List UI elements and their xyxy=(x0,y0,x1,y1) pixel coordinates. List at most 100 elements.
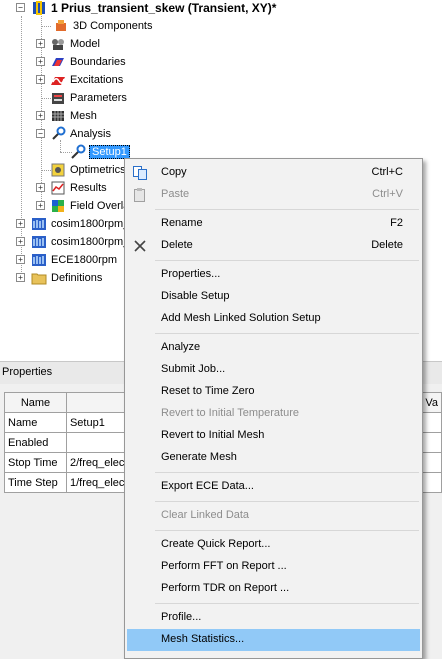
menu-item-export-ece[interactable]: Export ECE Data... xyxy=(127,476,420,498)
tree-node-excitations[interactable]: Excitations xyxy=(50,71,124,89)
copy-icon xyxy=(133,166,147,180)
shortcut-label: Ctrl+C xyxy=(371,166,403,178)
menu-item-delete[interactable]: Delete Delete xyxy=(127,235,420,257)
design-icon xyxy=(32,218,46,230)
menu-item-label: Rename xyxy=(161,217,203,229)
menu-item-label: Profile... xyxy=(161,611,202,623)
expander-cosim1[interactable]: + xyxy=(16,219,25,228)
component-icon xyxy=(56,20,66,31)
tree-label: Boundaries xyxy=(70,56,126,68)
setup1-label-selected: Setup1 xyxy=(89,145,130,159)
expander-model[interactable]: + xyxy=(36,39,45,48)
properties-title: Properties xyxy=(2,366,53,378)
shortcut-label: Ctrl+V xyxy=(372,188,403,200)
menu-item-revert-mesh[interactable]: Revert to Initial Mesh xyxy=(127,425,420,447)
setup-icon xyxy=(71,144,86,159)
menu-item-label: Generate Mesh xyxy=(161,451,237,463)
paste-icon xyxy=(134,188,145,202)
menu-separator xyxy=(155,209,419,210)
menu-item-label: Perform FFT on Report ... xyxy=(161,560,287,572)
menu-item-disable-setup[interactable]: Disable Setup xyxy=(127,286,420,308)
tree-node-project[interactable]: 1 Prius_transient_skew (Transient, XY)* xyxy=(31,0,277,17)
menu-item-copy[interactable]: Copy Ctrl+C xyxy=(127,162,420,184)
tree-node-mesh[interactable]: Mesh xyxy=(50,107,98,125)
tree-node-setup1[interactable]: Setup1 xyxy=(70,143,130,161)
mesh-icon xyxy=(52,111,64,121)
tree-node-results[interactable]: Results xyxy=(50,179,108,197)
delete-x-icon xyxy=(134,240,146,252)
menu-item-label: Paste xyxy=(161,188,190,200)
property-name: Enabled xyxy=(4,432,67,453)
property-name: Time Step xyxy=(4,472,67,493)
expander-project[interactable]: − xyxy=(16,3,25,12)
expander-analysis[interactable]: − xyxy=(36,129,45,138)
menu-item-properties[interactable]: Properties... xyxy=(127,264,420,286)
expander-cosim2[interactable]: + xyxy=(16,237,25,246)
menu-item-label: Properties... xyxy=(161,268,221,280)
expander-excitations[interactable]: + xyxy=(36,75,45,84)
menu-separator xyxy=(155,603,419,604)
parameters-icon xyxy=(52,93,64,104)
menu-item-generate-mesh[interactable]: Generate Mesh xyxy=(127,447,420,469)
property-name: Name xyxy=(4,412,67,433)
tree-node-cosim1[interactable]: cosim1800rpm_ xyxy=(31,215,130,233)
menu-item-quick-report[interactable]: Create Quick Report... xyxy=(127,534,420,556)
design-icon xyxy=(32,236,46,248)
tree-label: Mesh xyxy=(70,110,97,122)
menu-item-label: Create Quick Report... xyxy=(161,538,271,550)
tree-label: cosim1800rpm_ xyxy=(51,236,130,248)
tree-node-definitions[interactable]: Definitions xyxy=(31,269,103,287)
menu-item-revert-temperature[interactable]: Revert to Initial Temperature xyxy=(127,403,420,425)
expander-ece[interactable]: + xyxy=(16,255,25,264)
tree-label: Definitions xyxy=(51,272,103,284)
menu-item-fft-report[interactable]: Perform FFT on Report ... xyxy=(127,556,420,578)
menu-separator xyxy=(155,472,419,473)
menu-item-add-mesh-linked[interactable]: Add Mesh Linked Solution Setup xyxy=(127,308,420,330)
menu-item-mesh-statistics[interactable]: Mesh Statistics... xyxy=(127,629,420,651)
menu-item-label: Mesh Statistics... xyxy=(161,633,245,645)
menu-separator xyxy=(155,501,419,502)
tree-node-analysis[interactable]: Analysis xyxy=(50,125,112,143)
menu-item-label: Export ECE Data... xyxy=(161,480,254,492)
expander-definitions[interactable]: + xyxy=(16,273,25,282)
tree-node-optimetrics[interactable]: Optimetrics xyxy=(50,161,127,179)
tree-label: Excitations xyxy=(70,74,124,86)
menu-item-tdr-report[interactable]: Perform TDR on Report ... xyxy=(127,578,420,600)
tree-label: Analysis xyxy=(70,128,111,140)
analysis-icon xyxy=(52,126,66,140)
menu-item-label: Revert to Initial Temperature xyxy=(161,407,299,419)
results-icon xyxy=(51,181,65,195)
menu-separator xyxy=(155,530,419,531)
menu-item-submit-job[interactable]: Submit Job... xyxy=(127,359,420,381)
menu-item-rename[interactable]: Rename F2 xyxy=(127,213,420,235)
menu-item-paste[interactable]: Paste Ctrl+V xyxy=(127,184,420,206)
expander-field-overlays[interactable]: + xyxy=(36,201,45,210)
menu-item-label: Copy xyxy=(161,166,187,178)
shortcut-label: Delete xyxy=(371,239,403,251)
expander-boundaries[interactable]: + xyxy=(36,57,45,66)
menu-item-label: Clear Linked Data xyxy=(161,509,250,521)
menu-item-clear-linked[interactable]: Clear Linked Data xyxy=(127,505,420,527)
tree-node-ece[interactable]: ECE1800rpm xyxy=(31,251,118,269)
menu-item-label: Reset to Time Zero xyxy=(161,385,255,397)
tree-node-model[interactable]: Model xyxy=(50,35,101,53)
tree-node-parameters[interactable]: Parameters xyxy=(50,89,128,107)
project-icon xyxy=(33,1,45,15)
excitations-icon xyxy=(51,77,65,85)
menu-item-label: Add Mesh Linked Solution Setup xyxy=(161,312,321,324)
tree-node-boundaries[interactable]: Boundaries xyxy=(50,53,127,71)
tree-node-3d-components[interactable]: 3D Components xyxy=(53,17,154,35)
menu-item-reset-time-zero[interactable]: Reset to Time Zero xyxy=(127,381,420,403)
expander-mesh[interactable]: + xyxy=(36,111,45,120)
folder-icon xyxy=(31,273,47,285)
boundaries-icon xyxy=(52,58,64,66)
menu-item-label: Disable Setup xyxy=(161,290,230,302)
tree-node-cosim2[interactable]: cosim1800rpm_ xyxy=(31,233,130,251)
menu-item-profile[interactable]: Profile... xyxy=(127,607,420,629)
tree-label: cosim1800rpm_ xyxy=(51,218,130,230)
column-header-name[interactable]: Name xyxy=(4,392,67,413)
menu-item-analyze[interactable]: Analyze xyxy=(127,337,420,359)
menu-separator xyxy=(155,260,419,261)
tree-label: Optimetrics xyxy=(70,164,126,176)
expander-results[interactable]: + xyxy=(36,183,45,192)
